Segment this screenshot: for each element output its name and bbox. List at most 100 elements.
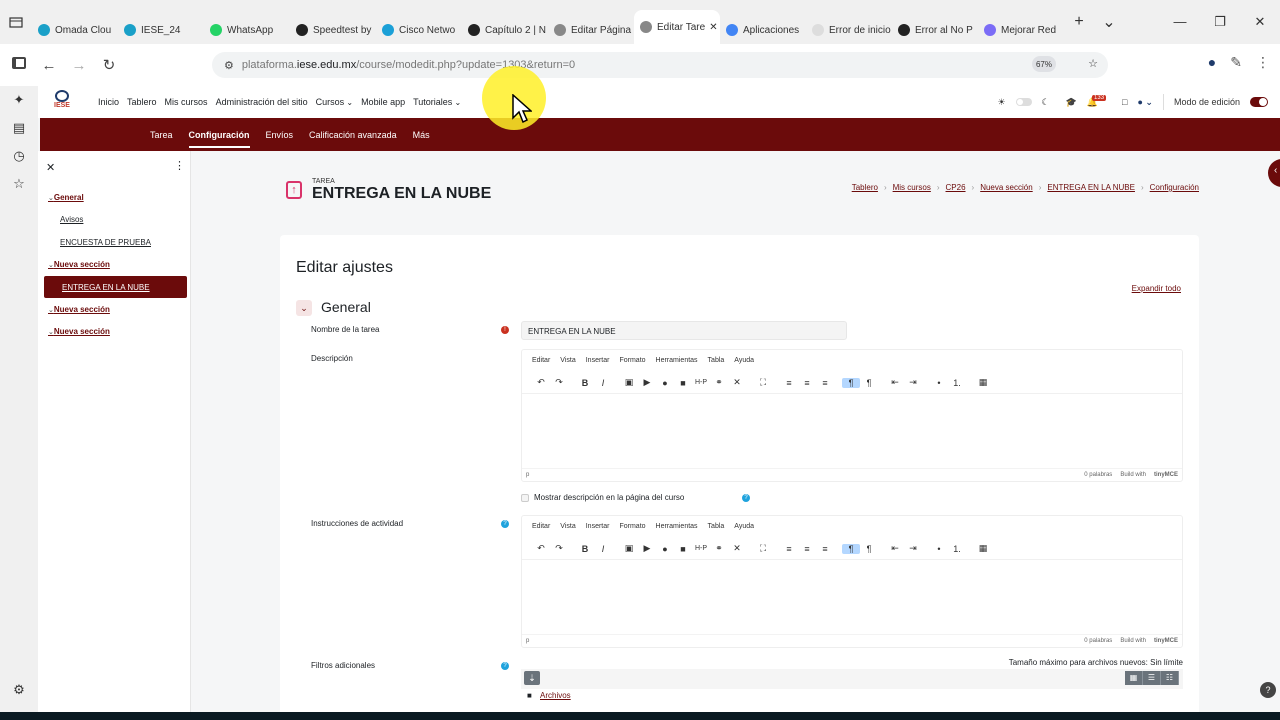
- fullscreen-icon[interactable]: ⛶: [754, 377, 772, 388]
- collections-icon[interactable]: ▤: [11, 120, 27, 136]
- breadcrumb-link[interactable]: Configuración: [1150, 183, 1199, 192]
- fullscreen-icon[interactable]: ⛶: [754, 543, 772, 554]
- help-icon[interactable]: ?: [501, 520, 509, 528]
- view-icons-button[interactable]: ▦: [1125, 671, 1143, 685]
- image-icon[interactable]: ▣: [620, 543, 638, 554]
- media-icon[interactable]: ▶: [638, 377, 656, 388]
- nav-link[interactable]: Mobile app: [361, 97, 405, 107]
- close-window-button[interactable]: ✕: [1240, 14, 1280, 30]
- settings-gear-icon[interactable]: ⚙: [11, 682, 27, 698]
- course-index-item[interactable]: Avisos: [60, 215, 83, 224]
- secondary-nav-item[interactable]: Más: [413, 130, 430, 140]
- view-list-button[interactable]: ☰: [1143, 671, 1161, 685]
- close-drawer-icon[interactable]: ✕: [46, 161, 55, 174]
- browser-tab[interactable]: Cisco Netwo: [376, 16, 462, 44]
- nav-link[interactable]: Administración del sitio: [216, 97, 308, 107]
- bookmark-star-icon[interactable]: ☆: [1088, 57, 1098, 70]
- course-index-active-item[interactable]: ENTREGA EN LA NUBE: [44, 276, 187, 298]
- align-center-icon[interactable]: ≡: [798, 544, 816, 554]
- task-name-input[interactable]: ENTREGA EN LA NUBE: [521, 321, 847, 340]
- editor-menu-item[interactable]: Vista: [560, 357, 575, 372]
- editor-menu-item[interactable]: Herramientas: [656, 523, 698, 538]
- editor-menu-item[interactable]: Formato: [619, 357, 645, 372]
- zoom-indicator[interactable]: 67%: [1032, 56, 1056, 72]
- course-index-section[interactable]: Nueva sección: [48, 260, 110, 269]
- editor-menu-item[interactable]: Tabla: [708, 523, 725, 538]
- site-logo[interactable]: IESE: [50, 90, 74, 114]
- rtl-icon[interactable]: ¶: [860, 544, 878, 554]
- editor-content-area[interactable]: [522, 394, 1182, 468]
- add-file-button[interactable]: ⇣: [524, 671, 540, 685]
- notifications-bell-icon[interactable]: 🔔133: [1087, 94, 1112, 108]
- favorites-star-icon[interactable]: ☆: [11, 176, 27, 192]
- rtl-icon[interactable]: ¶: [860, 378, 878, 388]
- user-avatar[interactable]: ● ⌄: [1137, 97, 1152, 108]
- collapse-section-icon[interactable]: ⌄: [296, 300, 312, 316]
- browser-tab[interactable]: IESE_24: [118, 16, 204, 44]
- section-general-title[interactable]: General: [321, 299, 371, 315]
- help-fab-button[interactable]: ?: [1260, 682, 1276, 698]
- unlink-icon[interactable]: ✕: [728, 543, 746, 554]
- h5p-icon[interactable]: H-P: [692, 545, 710, 552]
- number-list-icon[interactable]: 1.: [948, 544, 966, 554]
- extensions-puzzle-icon[interactable]: ✎: [1230, 54, 1242, 71]
- outdent-icon[interactable]: ⇤: [886, 377, 904, 388]
- restore-button[interactable]: ❐: [1200, 14, 1240, 30]
- indent-icon[interactable]: ⇥: [904, 543, 922, 554]
- light-mode-icon[interactable]: ☀: [997, 97, 1005, 108]
- tab-actions-icon[interactable]: [0, 0, 32, 44]
- editor-menu-item[interactable]: Herramientas: [656, 357, 698, 372]
- undo-icon[interactable]: ↶: [532, 377, 550, 388]
- browser-tab[interactable]: Error de inicio de: [806, 16, 892, 44]
- editor-menu-item[interactable]: Vista: [560, 523, 575, 538]
- browser-tab[interactable]: Speedtest by: [290, 16, 376, 44]
- back-button[interactable]: ←: [34, 57, 64, 74]
- breadcrumb-link[interactable]: Mis cursos: [893, 183, 931, 192]
- files-folder-link[interactable]: Archivos: [540, 691, 571, 700]
- indent-icon[interactable]: ⇥: [904, 377, 922, 388]
- redo-icon[interactable]: ↷: [550, 377, 568, 388]
- browser-menu-icon[interactable]: ⋮: [1256, 54, 1270, 71]
- browser-tab[interactable]: Editar Página: [548, 16, 634, 44]
- help-icon[interactable]: ?: [742, 494, 750, 502]
- new-tab-button[interactable]: +: [1064, 13, 1094, 31]
- browser-tab[interactable]: Error al No P: [892, 16, 978, 44]
- ltr-icon[interactable]: ¶: [842, 543, 860, 554]
- breadcrumb-link[interactable]: Nueva sección: [980, 183, 1032, 192]
- history-icon[interactable]: ◷: [11, 148, 27, 164]
- instructions-editor[interactable]: Editar Vista Insertar Formato Herramientas Ta…: [521, 515, 1183, 648]
- link-icon[interactable]: ⚭: [710, 377, 728, 388]
- redo-icon[interactable]: ↷: [550, 543, 568, 554]
- secondary-nav-item[interactable]: Envíos: [266, 130, 294, 140]
- view-tree-button[interactable]: ☷: [1161, 671, 1179, 685]
- undo-icon[interactable]: ↶: [532, 543, 550, 554]
- calculator-icon[interactable]: ▦: [974, 377, 992, 388]
- tinymce-brand[interactable]: tinyMCE: [1154, 638, 1178, 644]
- tinymce-brand[interactable]: tinyMCE: [1154, 472, 1178, 478]
- ltr-icon[interactable]: ¶: [842, 377, 860, 388]
- italic-icon[interactable]: I: [594, 544, 612, 554]
- outdent-icon[interactable]: ⇤: [886, 543, 904, 554]
- align-left-icon[interactable]: ≡: [780, 378, 798, 388]
- editor-menu-item[interactable]: Ayuda: [734, 357, 754, 372]
- graduation-cap-icon[interactable]: 🎓: [1066, 97, 1077, 108]
- nav-link[interactable]: Inicio: [98, 97, 119, 107]
- nav-link[interactable]: Tablero: [127, 97, 157, 107]
- bold-icon[interactable]: B: [576, 544, 594, 554]
- course-index-section[interactable]: Nueva sección: [48, 327, 110, 336]
- calculator-icon[interactable]: ▦: [974, 543, 992, 554]
- align-left-icon[interactable]: ≡: [780, 544, 798, 554]
- editor-menu-item[interactable]: Ayuda: [734, 523, 754, 538]
- record-video-icon[interactable]: ■: [674, 378, 692, 388]
- extension-icon[interactable]: ●: [1208, 54, 1216, 71]
- copilot-icon[interactable]: ✦: [11, 92, 27, 108]
- align-center-icon[interactable]: ≡: [798, 378, 816, 388]
- open-block-drawer-button[interactable]: ‹: [1268, 159, 1280, 187]
- bullet-list-icon[interactable]: •: [930, 544, 948, 554]
- number-list-icon[interactable]: 1.: [948, 378, 966, 388]
- h5p-icon[interactable]: H-P: [692, 379, 710, 386]
- nav-link[interactable]: Mis cursos: [165, 97, 208, 107]
- dark-mode-icon[interactable]: ☾: [1042, 97, 1050, 108]
- sidebar-toggle-icon[interactable]: [4, 56, 34, 74]
- breadcrumb-link[interactable]: ENTREGA EN LA NUBE: [1047, 183, 1135, 192]
